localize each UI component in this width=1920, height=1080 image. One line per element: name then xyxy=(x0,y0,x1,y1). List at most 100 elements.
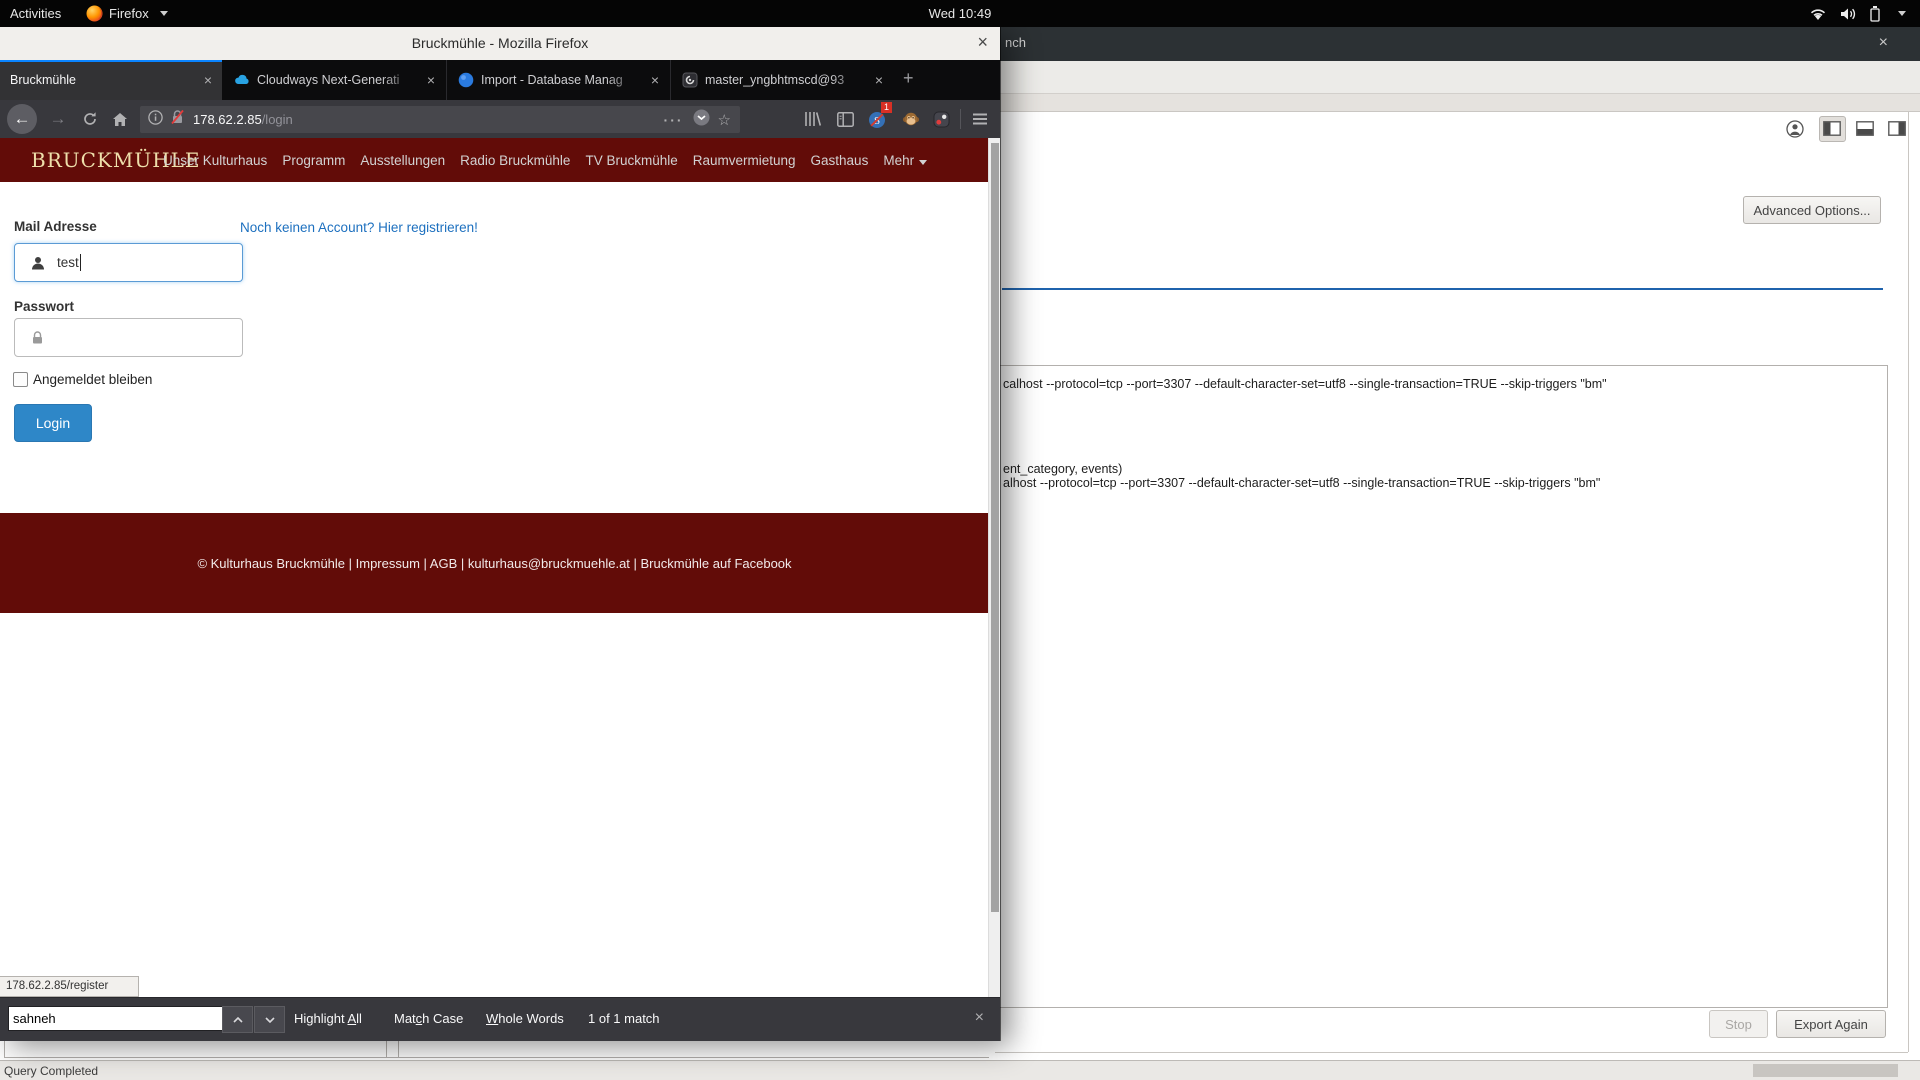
menu-hamburger-icon[interactable] xyxy=(966,100,994,138)
nav-unser-kulturhaus[interactable]: Unser Kulturhaus xyxy=(163,153,267,168)
back-button[interactable]: ← xyxy=(7,104,37,134)
toolbar-separator xyxy=(960,109,961,129)
database-favicon xyxy=(682,72,698,93)
log-line: calhost --protocol=tcp --port=3307 --def… xyxy=(1003,377,1607,391)
toggle-bottom-panel-icon[interactable] xyxy=(1856,121,1874,141)
system-tray[interactable] xyxy=(1809,0,1906,27)
page-content: BRUCKMÜHLE Unser Kulturhaus Programm Aus… xyxy=(0,138,1000,997)
workbench-close-icon[interactable]: × xyxy=(1879,34,1888,52)
volume-icon xyxy=(1840,7,1857,21)
noscript-extension-icon[interactable]: S 1 xyxy=(864,100,890,138)
extension-badge: 1 xyxy=(881,102,892,113)
clock[interactable]: Wed 10:49 xyxy=(0,0,1920,27)
log-line: ent_category, events) xyxy=(1003,462,1122,476)
chevron-down-icon xyxy=(160,11,168,16)
scrollbar-thumb[interactable] xyxy=(991,143,999,912)
tab-import-database[interactable]: Import - Database Manag × xyxy=(446,60,669,100)
firefox-window: Bruckmühle - Mozilla Firefox × Bruckmühl… xyxy=(0,27,1000,1040)
window-close-icon[interactable]: × xyxy=(977,32,988,53)
nav-radio-bruckmuehle[interactable]: Radio Bruckmühle xyxy=(460,153,570,168)
nav-ausstellungen[interactable]: Ausstellungen xyxy=(360,153,445,168)
find-previous-button[interactable] xyxy=(222,1006,253,1033)
gnome-top-bar: Activities Firefox Wed 10:49 xyxy=(0,0,1920,27)
url-path: /login xyxy=(262,112,293,127)
highlight-all-button[interactable]: Highlight All xyxy=(294,1011,362,1026)
tab-bruckmuehle[interactable]: Bruckmühle × xyxy=(0,60,222,100)
lock-icon xyxy=(31,330,44,345)
tab-close-icon[interactable]: × xyxy=(427,72,435,88)
stop-button: Stop xyxy=(1709,1010,1768,1038)
remember-label: Angemeldet bleiben xyxy=(33,372,152,387)
nav-gasthaus[interactable]: Gasthaus xyxy=(811,153,869,168)
forward-button[interactable]: → xyxy=(44,100,72,138)
insecure-lock-icon[interactable] xyxy=(170,109,185,130)
link-preview-statusbar: 178.62.2.85/register xyxy=(0,976,139,997)
find-close-icon[interactable]: × xyxy=(975,1009,984,1027)
register-link[interactable]: Noch keinen Account? Hier registrieren! xyxy=(240,220,478,235)
export-again-button[interactable]: Export Again xyxy=(1776,1010,1886,1038)
find-input[interactable] xyxy=(8,1006,224,1031)
workbench-toolbar xyxy=(995,61,1920,94)
selection-highlight-line xyxy=(1002,288,1883,290)
panel-bottom-border xyxy=(995,1052,1908,1053)
tab-close-icon[interactable]: × xyxy=(204,72,212,88)
workbench-title: nch xyxy=(1005,35,1026,50)
nav-raumvermietung[interactable]: Raumvermietung xyxy=(693,153,796,168)
workbench-titlebar: nch × xyxy=(995,27,1920,61)
new-tab-button[interactable]: + xyxy=(903,68,914,89)
tab-close-icon[interactable]: × xyxy=(875,72,883,88)
globe-favicon xyxy=(458,72,474,93)
recorder-extension-icon[interactable] xyxy=(928,100,954,138)
match-count: 1 of 1 match xyxy=(588,1011,660,1026)
password-field[interactable] xyxy=(14,318,243,357)
app-menu[interactable]: Firefox xyxy=(86,0,168,27)
whole-words-button[interactable]: Whole Words xyxy=(486,1011,564,1026)
advanced-options-button[interactable]: Advanced Options... xyxy=(1743,196,1881,224)
sidebar-toggle-icon[interactable] xyxy=(832,100,858,138)
email-label: Mail Adresse xyxy=(14,219,97,234)
log-line: alhost --protocol=tcp --port=3307 --defa… xyxy=(1003,476,1600,490)
email-field[interactable]: test xyxy=(14,243,243,282)
page-scrollbar[interactable] xyxy=(988,138,1000,997)
remember-checkbox[interactable] xyxy=(13,372,28,387)
workbench-content: Advanced Options... calhost --protocol=t… xyxy=(995,112,1920,1060)
match-case-button[interactable]: Match Case xyxy=(394,1011,463,1026)
page-info-icon[interactable] xyxy=(148,110,163,130)
url-bar[interactable]: 178.62.2.85/login ··· ☆ xyxy=(140,106,740,133)
battery-icon xyxy=(1870,6,1880,22)
workbench-statusbar: Query Completed xyxy=(0,1060,1920,1080)
tab-master-db[interactable]: master_yngbhtmscd@93 × xyxy=(670,60,893,100)
user-account-icon[interactable] xyxy=(1786,120,1804,143)
home-icon[interactable] xyxy=(106,100,134,138)
window-title: Bruckmühle - Mozilla Firefox xyxy=(0,27,1000,60)
pocket-icon[interactable] xyxy=(693,109,710,131)
page-actions-icon[interactable]: ··· xyxy=(664,112,684,128)
nav-tv-bruckmuehle[interactable]: TV Bruckmühle xyxy=(585,153,677,168)
nav-programm[interactable]: Programm xyxy=(282,153,345,168)
tampermonkey-extension-icon[interactable] xyxy=(898,100,924,138)
footer-links[interactable]: © Kulturhaus Bruckmühle | Impressum | AG… xyxy=(197,556,791,571)
nav-mehr-dropdown[interactable]: Mehr xyxy=(883,153,927,168)
bookmark-star-icon[interactable]: ☆ xyxy=(718,111,731,129)
export-log-panel: calhost --protocol=tcp --port=3307 --def… xyxy=(985,365,1888,1008)
navigation-toolbar: ← → 178.62.2.85/login ··· ☆ xyxy=(0,100,1000,138)
login-button[interactable]: Login xyxy=(14,404,92,442)
tab-bar: Bruckmühle × Cloudways Next-Generati × I… xyxy=(0,60,1000,100)
password-label: Passwort xyxy=(14,299,74,314)
tab-cloudways[interactable]: Cloudways Next-Generati × xyxy=(223,60,445,100)
toggle-left-panel-icon[interactable] xyxy=(1823,121,1841,141)
person-icon xyxy=(31,256,45,270)
firefox-logo-icon xyxy=(86,5,103,22)
chevron-down-icon xyxy=(1898,11,1906,16)
reload-icon[interactable] xyxy=(76,100,104,138)
activities-button[interactable]: Activities xyxy=(10,0,61,27)
chevron-down-icon xyxy=(919,160,927,165)
firefox-titlebar[interactable]: Bruckmühle - Mozilla Firefox × xyxy=(0,27,1000,61)
toggle-right-panel-icon[interactable] xyxy=(1888,121,1906,141)
find-next-button[interactable] xyxy=(254,1006,285,1033)
tab-close-icon[interactable]: × xyxy=(651,72,659,88)
workbench-lower-panes xyxy=(0,1040,995,1060)
cloud-favicon xyxy=(234,72,250,93)
status-text: Query Completed xyxy=(4,1064,98,1078)
library-icon[interactable] xyxy=(800,100,826,138)
